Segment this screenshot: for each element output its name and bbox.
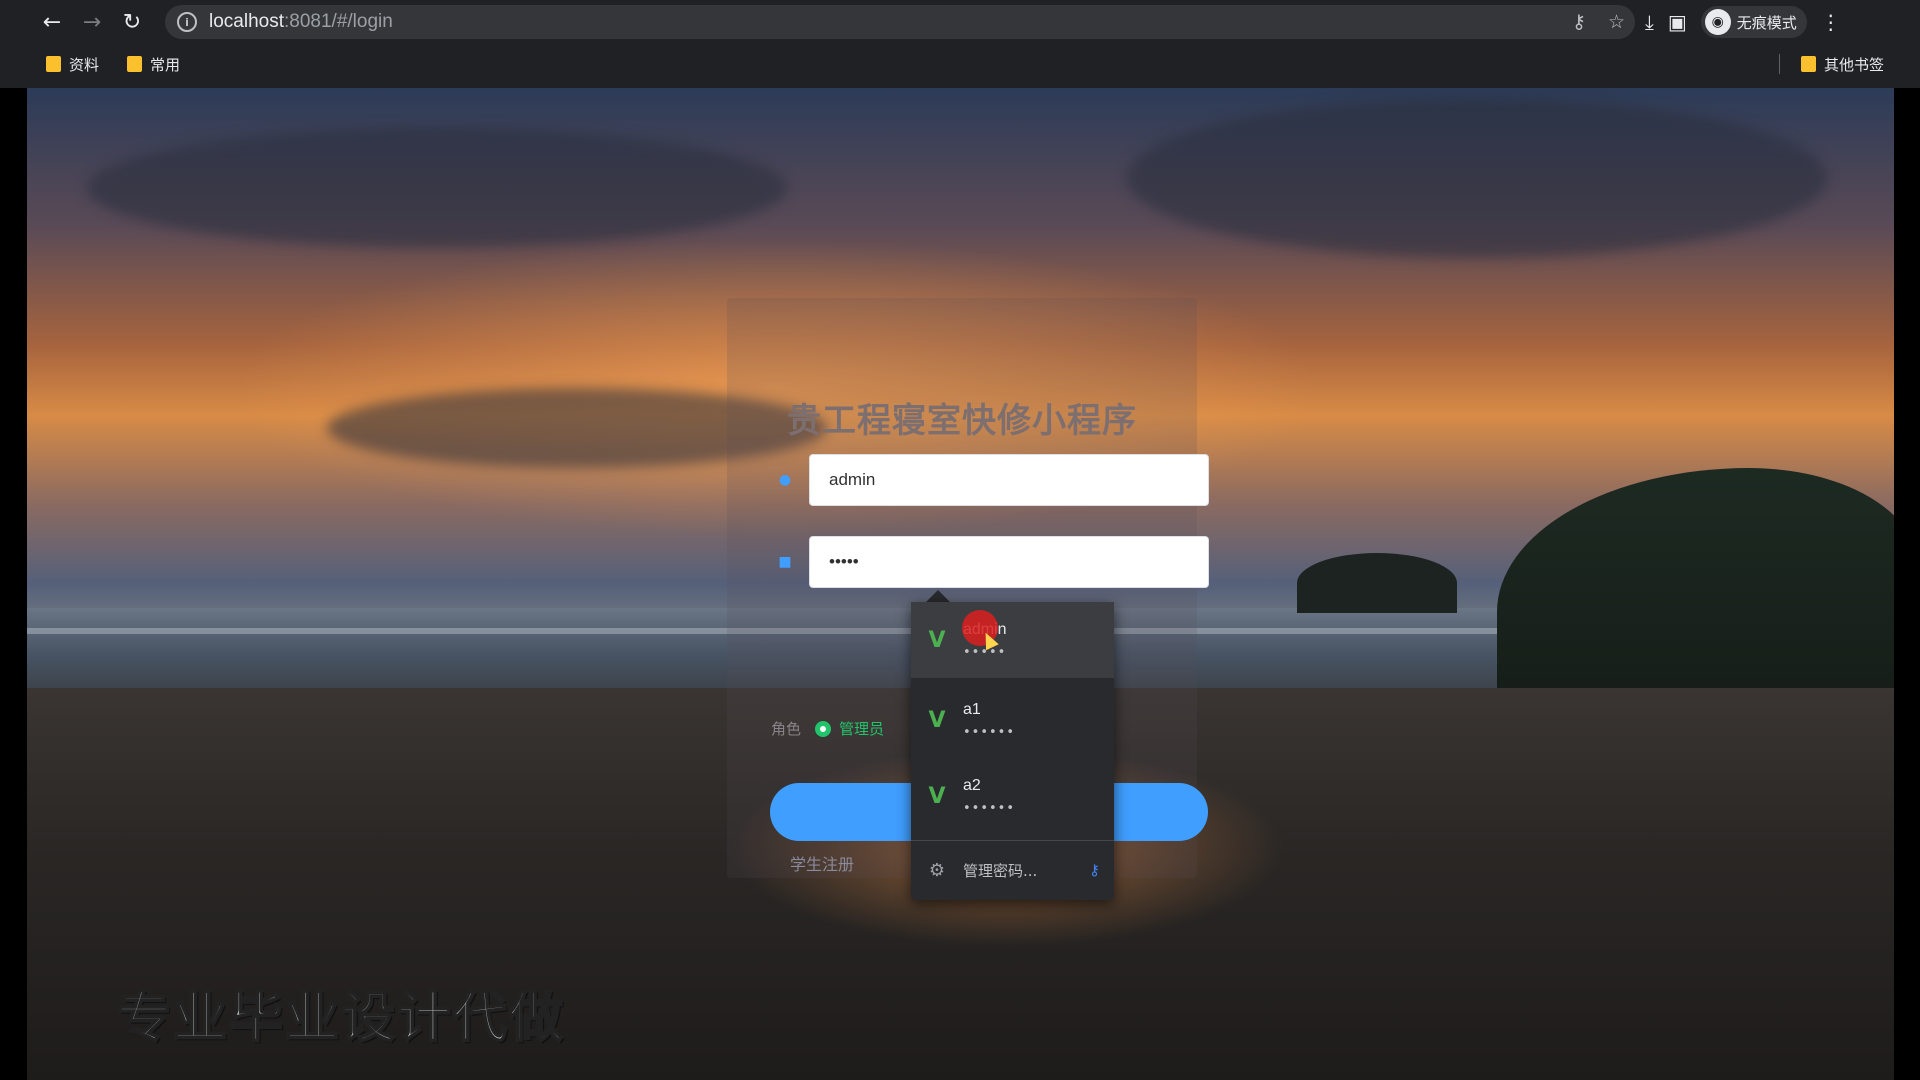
- headland: [1497, 468, 1894, 708]
- rock-island: [1297, 553, 1457, 613]
- browser-toolbar: ← → ↻ i localhost:8081/#/login ⚷ ☆ ⤓ ▣ ◉…: [0, 0, 1920, 44]
- key-icon: V: [928, 627, 946, 653]
- google-key-icon: ⚷: [1089, 861, 1100, 879]
- role-selector: 角色 管理员: [771, 718, 884, 739]
- bookmark-folder-ziliao[interactable]: 资料: [42, 44, 103, 84]
- user-icon: ●: [778, 472, 792, 488]
- side-panel-icon[interactable]: ▣: [1668, 10, 1687, 34]
- dark-cloud: [87, 128, 787, 248]
- saved-password-a1[interactable]: V a1 ••••••: [911, 682, 1114, 758]
- browser-chrome: ← → ↻ i localhost:8081/#/login ⚷ ☆ ⤓ ▣ ◉…: [0, 0, 1920, 88]
- forward-icon[interactable]: →: [72, 2, 112, 42]
- key-icon: V: [928, 783, 946, 809]
- student-register-link[interactable]: 学生注册: [790, 851, 854, 875]
- saved-username: a2: [963, 776, 981, 794]
- password-field: ■ •••••: [771, 536, 1209, 588]
- username-input[interactable]: admin: [809, 454, 1209, 506]
- role-label: 角色: [771, 720, 802, 738]
- url-path: :8081/#/login: [284, 11, 393, 32]
- menu-dots-icon[interactable]: ⋮: [1821, 10, 1841, 34]
- reload-icon[interactable]: ↻: [112, 2, 152, 42]
- login-page-background: 贵工程寝室快修小程序 ● admin ■ ••••• 角色 管理员 登录 学生注…: [27, 88, 1894, 1080]
- bookmark-folder-changyong[interactable]: 常用: [123, 44, 184, 84]
- saved-password-a2[interactable]: V a2 ••••••: [911, 758, 1114, 834]
- profile-label: 无痕模式: [1736, 13, 1797, 32]
- incognito-icon: ◉: [1704, 9, 1731, 35]
- url-host: localhost: [209, 11, 284, 32]
- address-bar[interactable]: i localhost:8081/#/login ⚷ ☆: [165, 5, 1635, 39]
- site-info-icon[interactable]: i: [177, 12, 197, 32]
- saved-password-mask: ••••••: [963, 724, 1016, 740]
- menu-divider: [911, 840, 1114, 841]
- password-key-icon[interactable]: ⚷: [1572, 11, 1586, 33]
- url-text: localhost:8081/#/login: [209, 11, 393, 33]
- radio-checked-icon: [815, 720, 832, 737]
- lock-icon: ■: [778, 554, 792, 570]
- key-icon: V: [928, 707, 946, 733]
- folder-icon: [127, 56, 143, 72]
- folder-icon: [46, 56, 61, 72]
- download-icon[interactable]: ⤓: [1645, 10, 1654, 34]
- role-radio-admin[interactable]: 管理员: [815, 718, 884, 739]
- password-input[interactable]: •••••: [809, 536, 1209, 588]
- promo-watermark: 专业毕业设计代做: [116, 985, 565, 1050]
- settings-gear-icon: ⚙: [928, 859, 946, 881]
- bookmarks-bar: 资料 常用 其他书签: [0, 44, 1920, 84]
- saved-username: a1: [963, 700, 981, 718]
- bookmarks-divider: [1779, 54, 1780, 74]
- bookmark-label: 资料: [69, 55, 100, 74]
- other-bookmarks-folder[interactable]: 其他书签: [1797, 44, 1888, 84]
- saved-passwords-dropdown: V admin ••••• V a1 •••••• V a2 •••••• ⚙ …: [911, 602, 1114, 900]
- manage-passwords-label: 管理密码...: [963, 861, 1038, 880]
- manage-passwords-item[interactable]: ⚙ 管理密码... ⚷: [911, 848, 1114, 892]
- folder-icon: [1800, 56, 1816, 72]
- other-bookmarks-label: 其他书签: [1823, 55, 1884, 74]
- saved-password-admin[interactable]: V admin •••••: [911, 602, 1114, 678]
- saved-password-mask: ••••••: [963, 800, 1016, 816]
- back-icon[interactable]: ←: [32, 2, 72, 42]
- username-field: ● admin: [771, 454, 1209, 506]
- role-option-label: 管理员: [839, 720, 885, 738]
- bookmark-star-icon[interactable]: ☆: [1608, 11, 1625, 33]
- incognito-profile-button[interactable]: ◉ 无痕模式: [1700, 6, 1807, 38]
- login-title: 贵工程寝室快修小程序: [787, 401, 1137, 441]
- password-menu-arrow: [926, 590, 950, 602]
- bookmark-label: 常用: [150, 55, 181, 74]
- dark-cloud: [1127, 98, 1827, 258]
